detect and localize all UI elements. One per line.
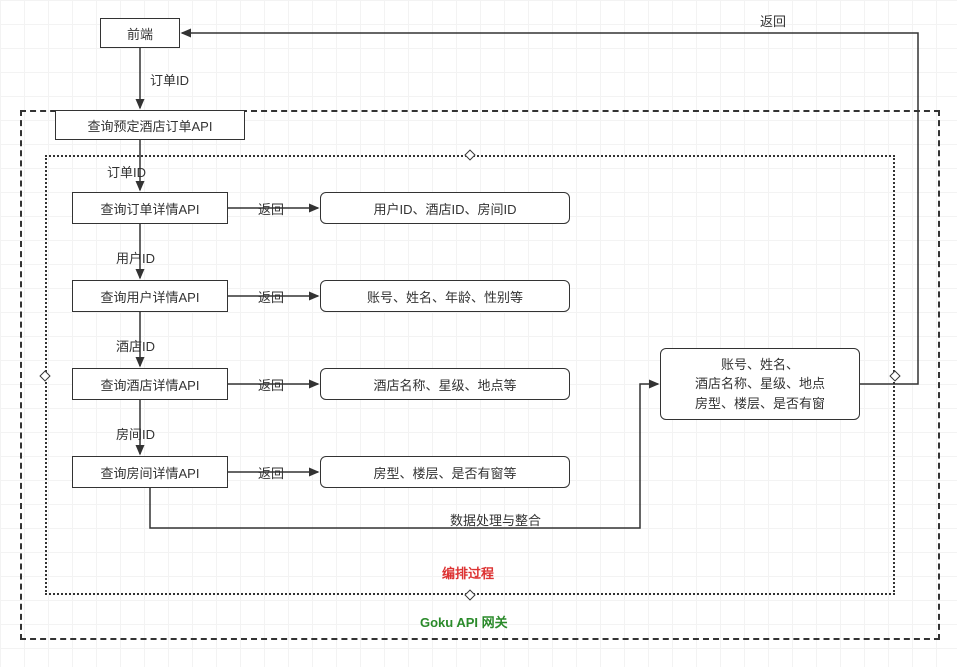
node-user-detail-result: 账号、姓名、年龄、性别等	[320, 280, 570, 312]
node-text: 酒店名称、星级、地点等	[373, 375, 516, 394]
node-text: 查询预定酒店订单API	[88, 116, 213, 135]
edge-label-hotel-id: 酒店ID	[116, 336, 155, 355]
node-hotel-detail-result: 酒店名称、星级、地点等	[320, 368, 570, 400]
aggregated-line: 酒店名称、星级、地点	[695, 376, 825, 391]
node-query-order-api: 查询预定酒店订单API	[55, 110, 245, 140]
aggregated-text: 账号、姓名、 酒店名称、星级、地点 房型、楼层、是否有窗	[695, 355, 825, 414]
node-user-detail-api: 查询用户详情API	[72, 280, 228, 312]
edge-label-return-top: 返回	[760, 11, 786, 30]
node-text: 房型、楼层、是否有窗等	[373, 463, 516, 482]
node-room-detail-result: 房型、楼层、是否有窗等	[320, 456, 570, 488]
node-text: 前端	[127, 24, 153, 43]
node-order-detail-api: 查询订单详情API	[72, 192, 228, 224]
edge-label-aggregate: 数据处理与整合	[450, 510, 541, 529]
caption-gateway: Goku API 网关	[420, 612, 508, 631]
edge-label-room-id: 房间ID	[116, 424, 155, 443]
node-text: 用户ID、酒店ID、房间ID	[373, 199, 516, 218]
edge-label-return-3: 返回	[258, 375, 284, 394]
node-frontend: 前端	[100, 18, 180, 48]
aggregated-line: 房型、楼层、是否有窗	[695, 396, 825, 411]
edge-label-return-1: 返回	[258, 199, 284, 218]
caption-orchestration: 编排过程	[442, 563, 494, 582]
edge-label-return-2: 返回	[258, 287, 284, 306]
edge-label-user-id: 用户ID	[116, 248, 155, 267]
node-text: 查询订单详情API	[101, 199, 200, 218]
node-text: 查询用户详情API	[101, 287, 200, 306]
node-hotel-detail-api: 查询酒店详情API	[72, 368, 228, 400]
diagram-stage: 前端 查询预定酒店订单API 查询订单详情API 用户ID、酒店ID、房间ID …	[0, 0, 957, 667]
node-text: 账号、姓名、年龄、性别等	[367, 287, 523, 306]
node-order-detail-result: 用户ID、酒店ID、房间ID	[320, 192, 570, 224]
edge-label-order-id: 订单ID	[150, 70, 189, 89]
edge-label-return-4: 返回	[258, 463, 284, 482]
node-room-detail-api: 查询房间详情API	[72, 456, 228, 488]
node-aggregated-result: 账号、姓名、 酒店名称、星级、地点 房型、楼层、是否有窗	[660, 348, 860, 420]
node-text: 查询酒店详情API	[101, 375, 200, 394]
aggregated-line: 账号、姓名、	[721, 357, 799, 372]
node-text: 查询房间详情API	[101, 463, 200, 482]
edge-label-order-id-2: 订单ID	[107, 162, 146, 181]
